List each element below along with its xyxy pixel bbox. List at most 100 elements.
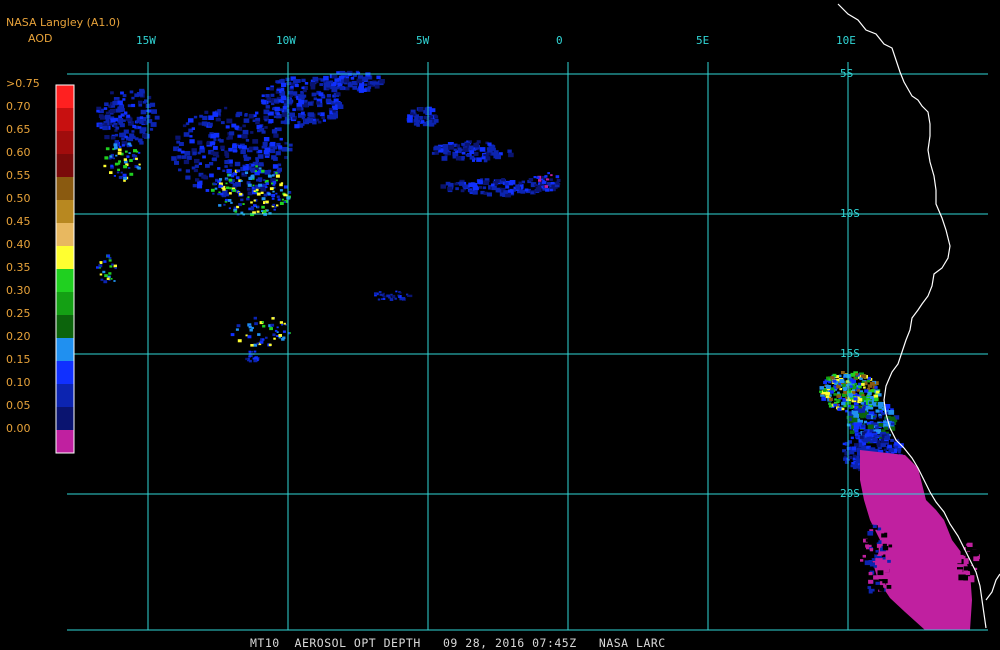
aod-pixel <box>468 145 474 150</box>
aod-pixel <box>224 160 230 165</box>
aod-pixel <box>220 121 225 125</box>
aod-pixel <box>882 579 888 584</box>
aod-pixel <box>126 155 130 158</box>
aod-pixel <box>819 386 824 390</box>
aod-pixel <box>356 78 363 84</box>
aod-pixel <box>389 298 394 301</box>
aod-pixel <box>280 100 284 104</box>
aod-pixel <box>380 298 384 300</box>
legend-swatch <box>56 338 74 361</box>
aod-pixel <box>887 444 892 449</box>
aod-pixel <box>186 155 192 160</box>
aod-pixel <box>293 79 299 84</box>
aod-pixel <box>236 169 241 173</box>
aod-pixel <box>486 192 492 197</box>
aod-pixel <box>183 159 190 165</box>
aod-pixel <box>273 115 278 118</box>
aod-pixel <box>288 143 293 147</box>
aod-pixel <box>138 100 143 104</box>
aod-pixel <box>382 295 386 298</box>
aod-pixel <box>447 186 453 191</box>
aod-pixel <box>109 265 113 268</box>
aod-pixel <box>834 403 837 406</box>
legend-swatch <box>56 131 74 154</box>
aod-pixel <box>276 112 280 115</box>
aod-pixel <box>294 124 300 129</box>
aod-pixel <box>207 122 213 127</box>
aod-pixel <box>131 130 135 133</box>
aod-pixel <box>854 376 858 380</box>
aod-pixel <box>830 376 835 380</box>
aod-pixel <box>869 381 875 386</box>
aod-pixel <box>252 357 256 360</box>
aod-pixel <box>261 321 264 324</box>
aod-pixel <box>270 93 275 97</box>
legend-swatch <box>56 154 74 177</box>
legend-swatch <box>56 177 74 200</box>
aod-pixel <box>253 316 257 320</box>
aod-pixel <box>549 188 553 192</box>
aod-pixel <box>240 198 244 202</box>
aod-pixel <box>213 138 217 141</box>
aod-pixel <box>846 423 851 427</box>
aod-pixel <box>266 97 272 101</box>
aod-pixel <box>261 169 265 173</box>
aod-pixel <box>833 393 837 396</box>
aod-pixel <box>541 181 545 184</box>
aod-pixel <box>867 424 874 430</box>
aod-pixel <box>326 94 332 98</box>
aod-pixel <box>265 105 270 109</box>
aod-pixel <box>269 187 274 191</box>
aod-pixel <box>258 149 263 154</box>
aod-pixel <box>262 183 265 186</box>
aod-pixel <box>223 203 226 206</box>
aod-pixel <box>303 99 308 103</box>
aod-pixel <box>266 87 270 90</box>
aod-pixel <box>242 129 249 135</box>
aod-pixel <box>433 118 439 123</box>
aod-pixel <box>259 127 265 132</box>
aod-pixel <box>224 150 228 154</box>
aod-pixel <box>282 330 286 333</box>
aod-pixel <box>269 327 273 331</box>
legend-swatch <box>56 85 74 108</box>
aod-pixel <box>288 90 294 95</box>
aod-pixel <box>184 151 191 156</box>
aod-pixel <box>507 149 512 153</box>
aod-pixel <box>275 174 280 178</box>
aod-pixel <box>550 174 553 177</box>
aod-pixel <box>114 146 118 150</box>
aod-pixel <box>407 294 410 297</box>
aod-pixel <box>137 138 143 143</box>
aod-pixel <box>150 122 157 127</box>
aod-pixel <box>872 591 879 597</box>
aod-pixel <box>135 150 139 153</box>
aod-pixel <box>98 264 103 268</box>
longitude-label: 5W <box>416 34 430 47</box>
aod-pixel <box>267 112 272 116</box>
aod-pixel <box>866 415 872 419</box>
aod-pixel <box>472 159 475 162</box>
longitude-label: 10E <box>836 34 856 47</box>
aod-pixel <box>275 80 279 84</box>
longitude-label: 5E <box>696 34 710 47</box>
aod-pixel <box>477 179 483 184</box>
aod-pixel <box>874 584 881 590</box>
aod-pixel <box>277 163 282 167</box>
aod-pixel <box>220 145 225 150</box>
aod-pixel <box>973 556 980 562</box>
aod-pixel <box>265 186 268 189</box>
aod-pixel <box>104 102 109 106</box>
aod-pixel <box>337 102 342 106</box>
aod-pixel <box>958 574 966 581</box>
aod-pixel <box>113 175 116 177</box>
aod-pixel <box>453 148 457 152</box>
aod-pixel <box>275 151 281 156</box>
aod-pixel <box>226 186 230 190</box>
aod-pixel <box>273 208 276 211</box>
aod-pixel <box>241 173 244 175</box>
aod-pixel <box>311 92 317 97</box>
aod-pixel <box>110 135 116 140</box>
aod-pixel <box>115 126 120 130</box>
aod-pixel <box>538 179 542 182</box>
